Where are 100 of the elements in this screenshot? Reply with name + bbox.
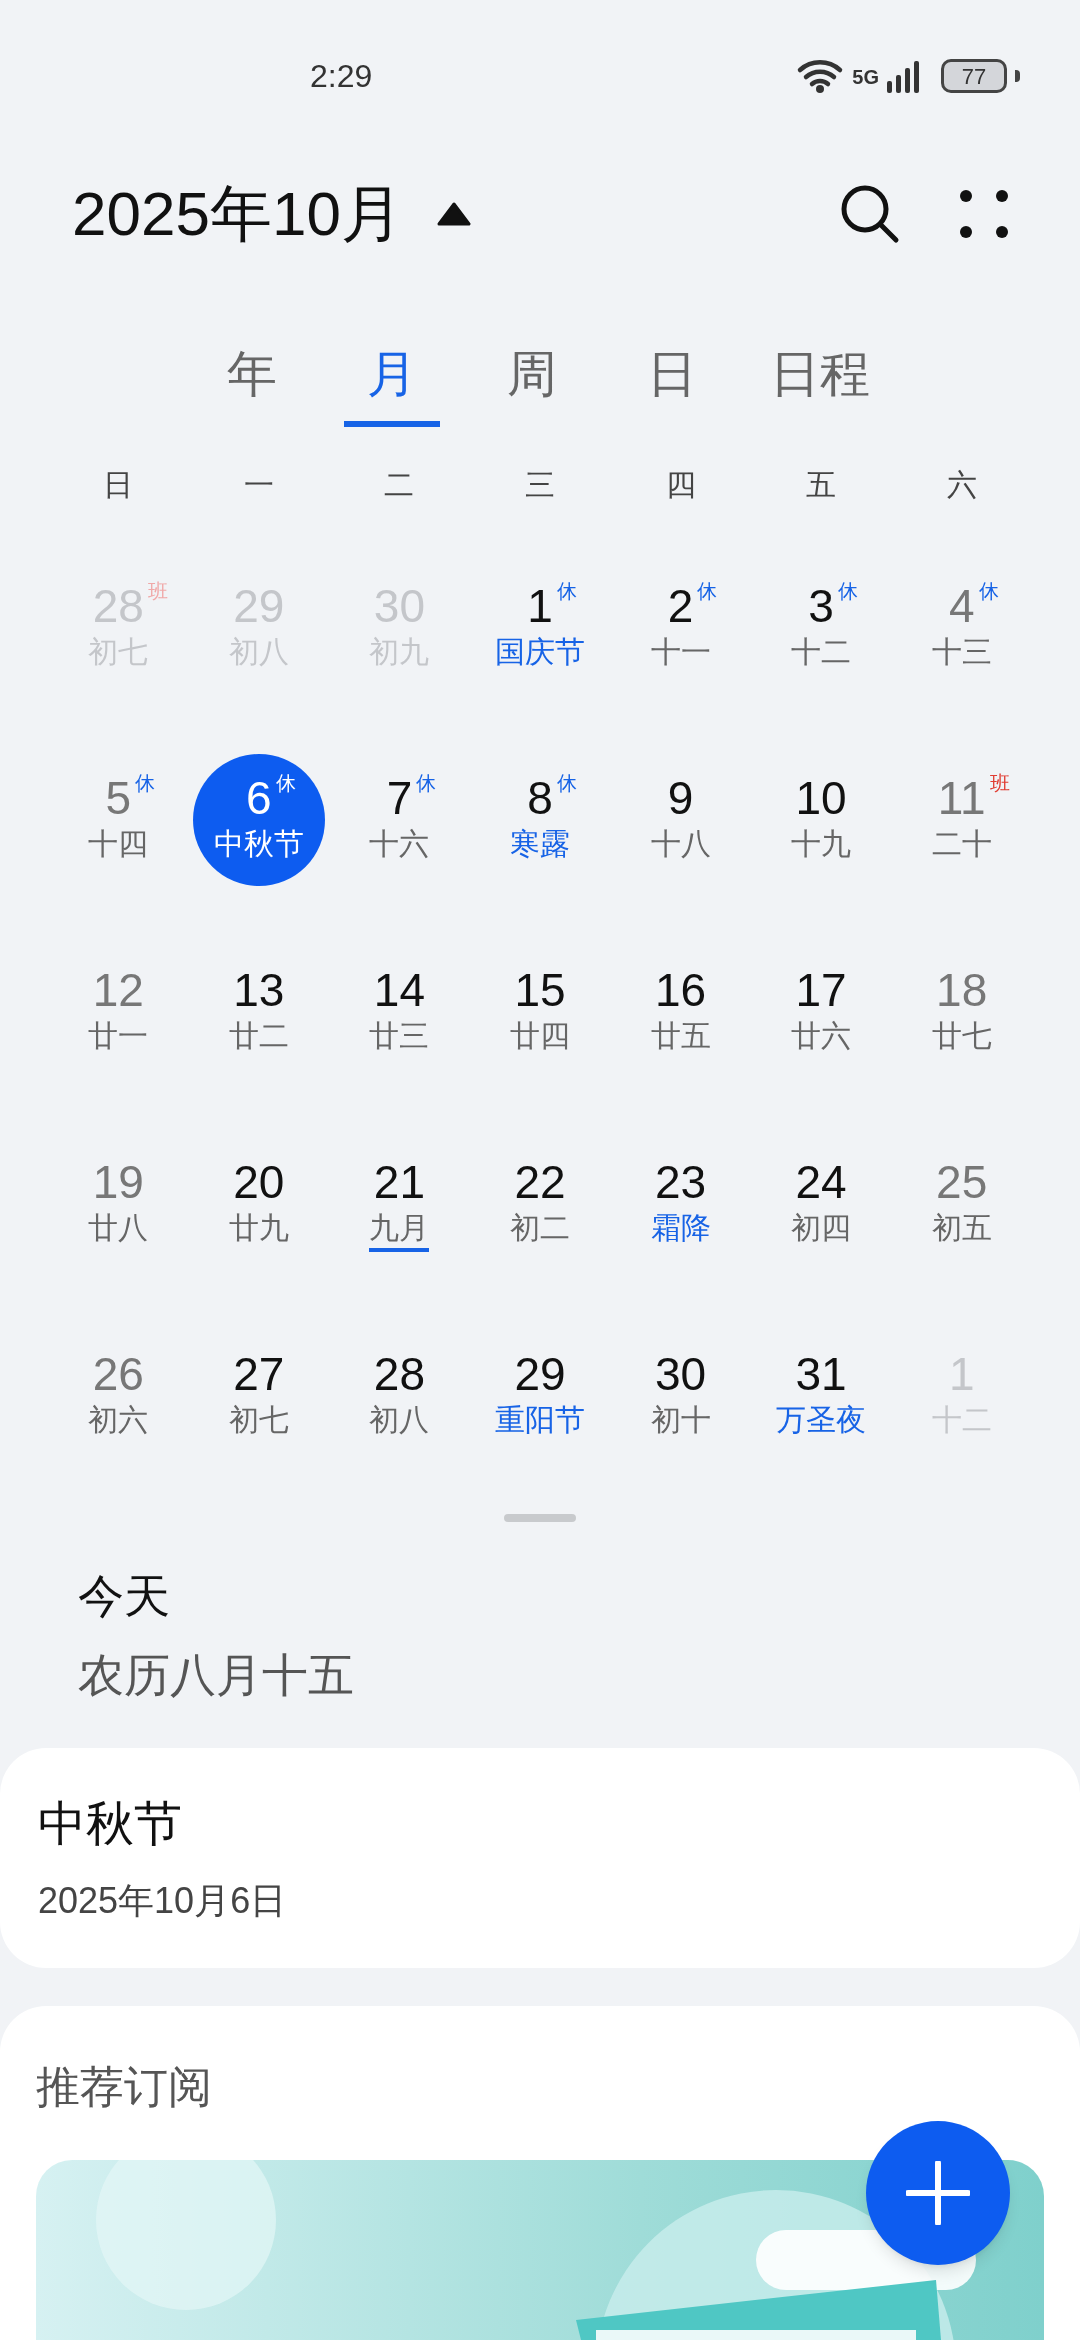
day-cell[interactable]: 22 初二 <box>474 1138 606 1271</box>
lunar-date: 廿八 <box>88 1210 149 1247</box>
lunar-date: 廿四 <box>510 1018 570 1055</box>
lunar-date: 初七 <box>228 1402 289 1439</box>
day-number: 10 <box>795 772 847 825</box>
holiday-label: 班 <box>147 579 168 605</box>
day-cell[interactable]: 24 初四 <box>755 1138 888 1271</box>
lunar-date: 十二 <box>791 634 852 671</box>
day-number: 27 <box>233 1348 285 1401</box>
month-title-button[interactable]: 2025年10月 <box>72 167 471 261</box>
lunar-date: 廿三 <box>369 1018 430 1055</box>
lunar-date: 廿五 <box>650 1018 711 1055</box>
day-number: 17 <box>795 964 847 1017</box>
drag-handle[interactable] <box>504 1514 576 1523</box>
lunar-date: 廿一 <box>88 1018 149 1055</box>
weekday-label: 六 <box>946 467 977 504</box>
day-cell[interactable]: 31 万圣夜 <box>755 1330 888 1463</box>
weekday-label: 三 <box>525 467 555 504</box>
day-number: 3 <box>808 580 834 633</box>
day-cell[interactable]: 27 初七 <box>192 1330 325 1463</box>
lunar-date: 初八 <box>369 1402 430 1439</box>
day-cell[interactable]: 29 重阳节 <box>474 1330 606 1463</box>
event-title: 中秋节 <box>38 1796 183 1852</box>
event-date: 2025年10月6日 <box>38 1879 288 1923</box>
today-label: 今天 <box>78 1569 171 1625</box>
day-number: 30 <box>654 1348 707 1401</box>
lunar-date: 九月 <box>369 1208 430 1253</box>
day-cell[interactable]: 23 霜降 <box>614 1138 747 1271</box>
weekday-label: 二 <box>384 467 415 504</box>
day-cell[interactable]: 21 九月 <box>333 1138 466 1271</box>
holiday-label: 班 <box>989 771 1010 797</box>
holiday-label: 休 <box>556 771 577 797</box>
wifi-icon <box>796 58 845 95</box>
day-cell[interactable]: 17 廿六 <box>755 946 888 1079</box>
view-tab[interactable]: 年 <box>204 327 300 428</box>
day-cell[interactable]: 19 廿八 <box>52 1138 185 1271</box>
day-number: 19 <box>92 1156 144 1209</box>
event-card[interactable]: 中秋节 2025年10月6日 <box>0 1748 1080 1968</box>
day-cell[interactable]: 9 十八 <box>614 754 747 887</box>
day-number: 1 <box>527 580 553 633</box>
day-cell[interactable]: 13 廿二 <box>192 946 325 1079</box>
day-number: 26 <box>92 1348 144 1401</box>
day-number: 31 <box>795 1348 847 1401</box>
battery-tip-icon <box>1015 70 1020 83</box>
holiday-label: 休 <box>837 579 858 605</box>
day-cell[interactable]: 28 初八 <box>333 1330 466 1463</box>
day-number: 18 <box>936 964 988 1017</box>
holiday-label: 休 <box>135 771 156 797</box>
signal-icon <box>887 59 921 94</box>
view-tab[interactable]: 日 <box>624 327 720 428</box>
caret-up-icon <box>436 201 471 226</box>
holiday-label: 休 <box>697 579 718 605</box>
lunar-date-text: 农历八月十五 <box>78 1648 355 1704</box>
battery-indicator: 77 <box>941 59 1007 94</box>
day-cell[interactable]: 12 廿一 <box>52 946 185 1079</box>
lunar-date: 万圣夜 <box>776 1402 867 1439</box>
day-number: 14 <box>373 964 425 1017</box>
day-number: 21 <box>373 1156 425 1209</box>
lunar-date: 霜降 <box>650 1210 711 1247</box>
day-cell[interactable]: 20 廿九 <box>192 1138 325 1271</box>
day-number: 22 <box>514 1156 566 1209</box>
day-number: 7 <box>386 772 413 825</box>
section-title: 推荐订阅 <box>36 2061 212 2113</box>
day-number: 25 <box>936 1156 988 1209</box>
weekday-label: 日 <box>103 467 134 504</box>
day-number: 4 <box>948 580 975 633</box>
day-cell[interactable]: 30 初十 <box>614 1330 747 1463</box>
day-number: 16 <box>654 964 707 1017</box>
day-cell[interactable]: 14 廿三 <box>333 946 466 1079</box>
view-tab[interactable]: 月 <box>344 327 440 428</box>
lunar-date: 十一 <box>650 634 711 671</box>
day-number: 12 <box>92 964 144 1017</box>
day-number: 11 <box>937 772 986 825</box>
view-tab[interactable]: 日程 <box>764 327 876 428</box>
day-number: 15 <box>514 964 566 1017</box>
more-icon[interactable] <box>960 189 1008 238</box>
day-number: 5 <box>105 772 132 825</box>
day-cell[interactable]: 25 初五 <box>895 1138 1028 1271</box>
lunar-date: 初四 <box>791 1210 852 1247</box>
view-tab[interactable]: 周 <box>484 327 580 428</box>
day-number: 9 <box>667 772 694 825</box>
holiday-label: 休 <box>416 771 437 797</box>
lunar-date: 寒露 <box>510 826 570 863</box>
holiday-label: 休 <box>978 579 999 605</box>
lunar-date: 中秋节 <box>213 826 304 863</box>
lunar-date: 重阳节 <box>495 1402 585 1439</box>
day-cell[interactable]: 16 廿五 <box>614 946 747 1079</box>
day-cell[interactable]: 26 初六 <box>52 1330 185 1463</box>
day-number: 8 <box>527 772 553 825</box>
lunar-date: 十九 <box>791 826 852 863</box>
lunar-date: 初十 <box>650 1402 711 1439</box>
weekday-label: 一 <box>243 467 274 504</box>
lunar-date: 廿二 <box>228 1018 289 1055</box>
weekday-label: 四 <box>665 467 696 504</box>
day-cell[interactable]: 15 廿四 <box>474 946 606 1079</box>
day-number: 23 <box>654 1156 707 1209</box>
day-cell[interactable]: 10 十九 <box>755 754 888 887</box>
lunar-date: 十三 <box>931 634 992 671</box>
search-icon[interactable] <box>840 183 900 244</box>
day-cell[interactable]: 18 廿七 <box>895 946 1028 1079</box>
